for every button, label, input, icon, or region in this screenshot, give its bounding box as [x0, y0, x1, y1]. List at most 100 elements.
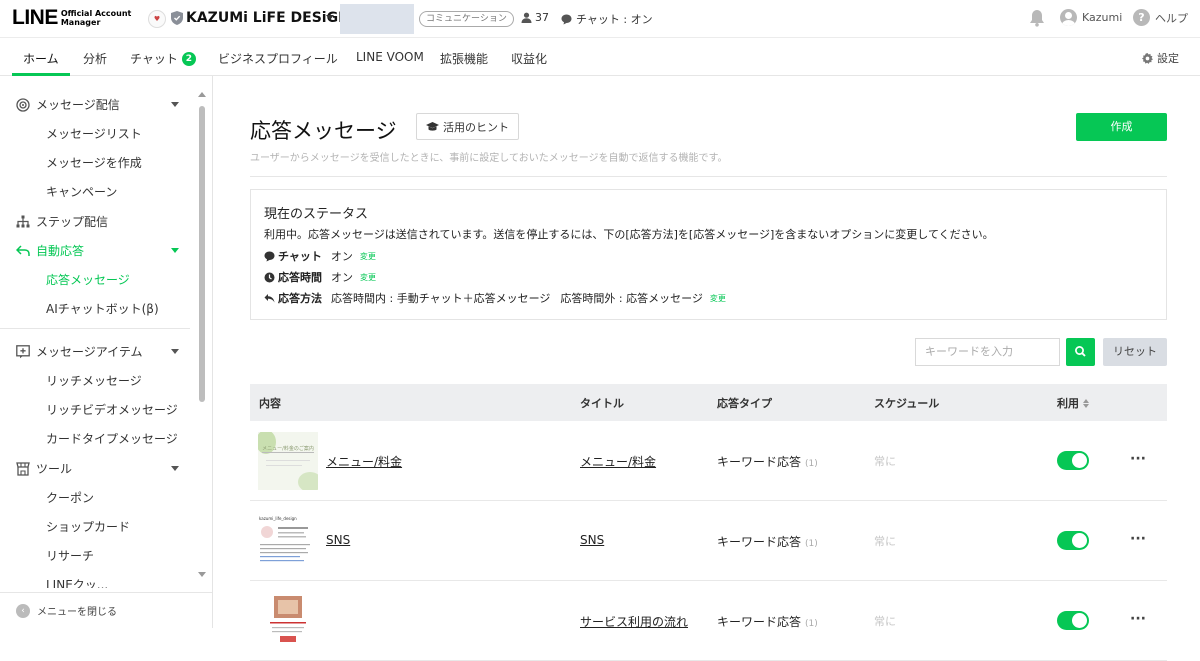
sidebar-group-step-delivery[interactable]: ステップ配信: [16, 213, 108, 230]
sort-icon[interactable]: [1083, 398, 1089, 408]
column-header-enabled-label: 利用: [1057, 397, 1079, 410]
user-name: Kazumi: [1082, 11, 1123, 24]
sidebar-item-rich-video-message[interactable]: リッチビデオメッセージ: [46, 401, 178, 418]
status-value: 応答時間内 : 手動チャット＋応答メッセージ: [331, 292, 551, 305]
enabled-toggle[interactable]: [1057, 531, 1089, 550]
tab-business-profile[interactable]: ビジネスプロフィール: [218, 50, 338, 67]
close-menu-button[interactable]: ‹ メニューを閉じる: [0, 592, 212, 628]
status-label: 応答方法: [278, 292, 322, 305]
auto-reply-icon: [16, 244, 30, 256]
scroll-down-arrow-icon[interactable]: [198, 572, 206, 577]
sidebar-item-auto-reply-message[interactable]: 応答メッセージ: [46, 271, 130, 288]
column-header-schedule: スケジュール: [874, 397, 940, 410]
table-header: 内容 タイトル 応答タイプ スケジュール 利用: [250, 384, 1167, 421]
status-row-response-time: 応答時間 オン 変更: [264, 269, 376, 285]
row-schedule: 常に: [874, 535, 896, 548]
tab-analytics[interactable]: 分析: [83, 50, 107, 67]
sidebar-item-ai-chatbot[interactable]: AIチャットボット(β): [46, 300, 159, 317]
status-value: オン: [330, 250, 353, 263]
scroll-up-arrow-icon[interactable]: [198, 92, 206, 97]
sidebar-divider: [0, 328, 190, 329]
row-title-link[interactable]: サービス利用の流れ: [580, 613, 688, 630]
change-response-method-link[interactable]: 変更: [710, 293, 726, 304]
tab-line-voom[interactable]: LINE VOOM: [356, 50, 424, 64]
sidebar-item-card-type-message[interactable]: カードタイプメッセージ: [46, 430, 178, 447]
settings-link[interactable]: 設定: [1142, 50, 1179, 66]
sidebar-item-shop-card[interactable]: ショップカード: [46, 518, 130, 535]
tab-label: 分析: [83, 52, 108, 66]
message-thumbnail[interactable]: kazumi_life_design: [258, 512, 318, 570]
chevron-down-icon[interactable]: [171, 466, 179, 471]
logo-main-text: LINE: [12, 6, 58, 29]
keyword-search-input[interactable]: キーワードを入力: [915, 338, 1060, 366]
close-menu-label: メニューを閉じる: [37, 607, 117, 618]
sidebar-group-message-broadcast[interactable]: メッセージ配信: [16, 96, 120, 113]
sidebar-item-campaign[interactable]: キャンペーン: [46, 183, 117, 200]
table-row[interactable]: kazumi_life_design SNS SNS キーワード応答 (1) 常に…: [250, 501, 1167, 581]
row-schedule: 常に: [874, 615, 896, 628]
create-button[interactable]: 作成: [1076, 113, 1167, 141]
page-description: ユーザーからメッセージを受信したときに、事前に設定しておいたメッセージを自動で返…: [250, 153, 728, 164]
sidebar-group-tools[interactable]: ツール: [16, 460, 72, 477]
change-response-time-link[interactable]: 変更: [360, 272, 376, 283]
tab-home[interactable]: ホーム: [23, 50, 59, 67]
chevron-down-icon[interactable]: [171, 349, 179, 354]
usage-hint-button[interactable]: 活用のヒント: [416, 113, 519, 140]
enabled-toggle[interactable]: [1057, 451, 1089, 470]
sidebar-group-message-items[interactable]: メッセージアイテム: [16, 343, 143, 360]
row-title-link[interactable]: SNS: [580, 533, 604, 547]
reset-button[interactable]: リセット: [1103, 338, 1167, 366]
sidebar-group-auto-reply[interactable]: 自動応答: [16, 242, 84, 259]
line-oa-logo[interactable]: LINE Official Account Manager: [12, 7, 131, 29]
message-thumbnail[interactable]: メニュー/料金のご案内: [258, 432, 318, 490]
response-type-label: キーワード応答: [717, 455, 802, 469]
column-header-title: タイトル: [580, 397, 624, 410]
tab-monetization[interactable]: 収益化: [511, 50, 547, 67]
user-menu[interactable]: Kazumi: [1060, 9, 1122, 26]
more-options-icon[interactable]: ···: [1130, 531, 1146, 547]
status-label: 応答時間: [278, 271, 322, 284]
help-link[interactable]: ? ヘルプ: [1133, 9, 1188, 26]
followers-value: 37: [535, 11, 549, 24]
more-options-icon[interactable]: ···: [1130, 611, 1146, 627]
thumbnail-caption: kazumi_life_design: [259, 516, 297, 521]
response-type-label: キーワード応答: [717, 535, 802, 549]
column-header-enabled[interactable]: 利用: [1057, 395, 1089, 411]
sidebar-item-rich-message[interactable]: リッチメッセージ: [46, 372, 142, 389]
account-avatar[interactable]: ♥: [148, 10, 166, 28]
chat-unread-badge: 2: [181, 51, 196, 66]
user-avatar-icon: [1060, 9, 1077, 26]
row-content-link[interactable]: メニュー/料金: [326, 453, 402, 470]
sidebar-group-label: 自動応答: [36, 244, 85, 258]
sidebar-item-coupon[interactable]: クーポン: [46, 489, 94, 506]
chevron-down-icon[interactable]: [171, 102, 179, 107]
chevron-down-icon[interactable]: [171, 248, 179, 253]
logo-sub-line-1: Official Account: [60, 9, 132, 18]
row-content-link[interactable]: SNS: [326, 533, 350, 547]
chat-status[interactable]: チャット : オン: [561, 11, 653, 27]
page-title: 応答メッセージ: [250, 119, 397, 143]
column-header-response-type: 応答タイプ: [717, 397, 772, 410]
sidebar-item-message-list[interactable]: メッセージリスト: [46, 125, 142, 142]
tab-chat[interactable]: チャット 2: [130, 50, 196, 67]
search-button[interactable]: [1066, 338, 1095, 366]
graduation-cap-icon: [426, 121, 439, 131]
status-value-outside-hours: 応答時間外 : 応答メッセージ: [560, 292, 703, 305]
sidebar-item-research[interactable]: リサーチ: [46, 547, 94, 564]
sidebar-item-create-message[interactable]: メッセージを作成: [46, 154, 142, 171]
account-switch-caret-icon[interactable]: [326, 15, 334, 20]
message-thumbnail[interactable]: [258, 592, 318, 650]
sidebar-item-line-cut[interactable]: LINEクッ...: [46, 576, 108, 588]
tab-label: ビジネスプロフィール: [218, 52, 338, 66]
row-title-link[interactable]: メニュー/料金: [580, 453, 656, 470]
sidebar-scroll-thumb[interactable]: [199, 106, 205, 402]
status-label: チャット: [278, 250, 322, 263]
table-row[interactable]: メニュー/料金のご案内 メニュー/料金 メニュー/料金 キーワード応答 (1) 常…: [250, 421, 1167, 501]
tab-label: チャット: [130, 52, 178, 66]
table-row[interactable]: サービス利用の流れ キーワード応答 (1) 常に ···: [250, 581, 1167, 661]
tab-extensions[interactable]: 拡張機能: [440, 50, 488, 67]
bell-icon[interactable]: [1029, 9, 1045, 27]
change-chat-link[interactable]: 変更: [360, 251, 376, 262]
enabled-toggle[interactable]: [1057, 611, 1089, 630]
more-options-icon[interactable]: ···: [1130, 451, 1146, 467]
